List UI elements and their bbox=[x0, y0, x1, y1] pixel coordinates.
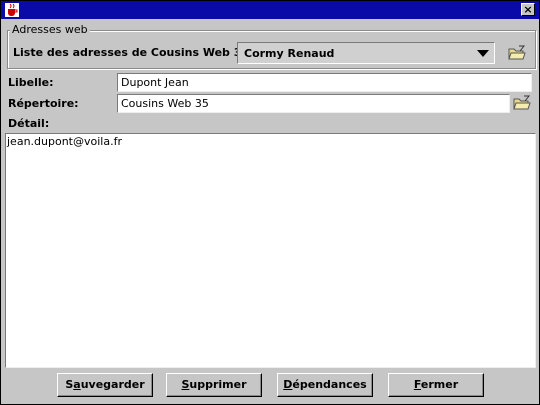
close-mnemonic: F bbox=[413, 378, 421, 391]
save-button[interactable]: Sauvegarder bbox=[57, 373, 153, 397]
close-button[interactable]: Fermer bbox=[388, 373, 484, 397]
save-label-end: uvegarder bbox=[80, 378, 145, 391]
libelle-field[interactable]: Dupont Jean bbox=[117, 73, 532, 92]
delete-button[interactable]: Supprimer bbox=[166, 373, 262, 397]
delete-label-end: upprimer bbox=[189, 378, 247, 391]
close-label-end: ermer bbox=[420, 378, 459, 391]
address-list-label: Liste des adresses de Cousins Web 35: bbox=[13, 46, 254, 59]
repertoire-label: Répertoire: bbox=[8, 97, 79, 110]
libelle-value: Dupont Jean bbox=[121, 76, 189, 89]
close-window-button[interactable]: × bbox=[521, 3, 535, 16]
dialog-window: × Adresses web Liste des adresses de Cou… bbox=[0, 0, 540, 405]
contact-select[interactable]: Cormy Renaud bbox=[237, 42, 495, 64]
java-cup-icon bbox=[5, 3, 19, 17]
folder-open-icon[interactable] bbox=[508, 45, 526, 61]
title-bar: × bbox=[1, 1, 539, 19]
detail-textarea[interactable]: jean.dupont@voila.fr bbox=[5, 133, 536, 368]
chevron-down-icon bbox=[477, 50, 489, 57]
folder-open-icon[interactable] bbox=[513, 95, 531, 111]
dependencies-button[interactable]: Dépendances bbox=[277, 373, 373, 397]
contact-select-value: Cormy Renaud bbox=[244, 47, 335, 60]
detail-value: jean.dupont@voila.fr bbox=[7, 135, 122, 148]
repertoire-value: Cousins Web 35 bbox=[121, 97, 209, 110]
group-title: Adresses web bbox=[10, 23, 90, 36]
detail-label: Détail: bbox=[8, 117, 50, 130]
close-icon: × bbox=[523, 3, 533, 16]
deps-label-end: épendances bbox=[292, 378, 367, 391]
repertoire-field[interactable]: Cousins Web 35 bbox=[117, 94, 510, 113]
save-mnemonic: a bbox=[73, 378, 81, 391]
libelle-label: Libelle: bbox=[8, 76, 54, 89]
